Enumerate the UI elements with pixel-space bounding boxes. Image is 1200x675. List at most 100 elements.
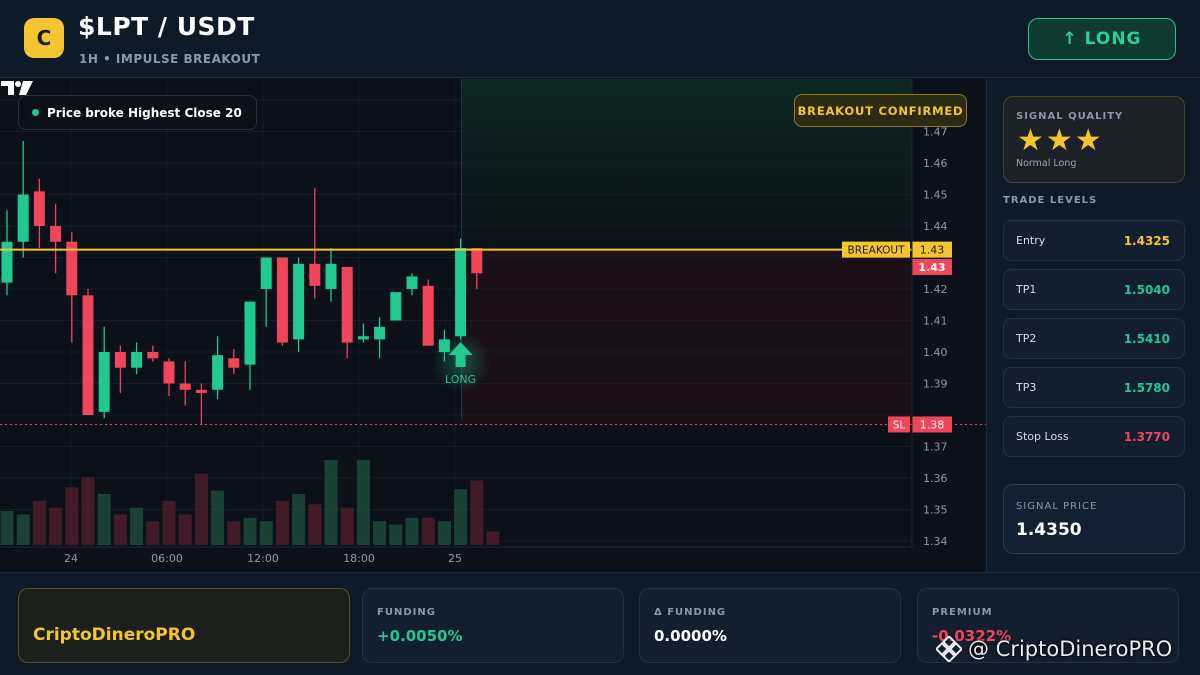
level-name: Entry: [1016, 234, 1046, 247]
price-tick-label: 1.47: [923, 126, 948, 139]
volume-bar: [275, 500, 289, 545]
time-tick-label: 25: [448, 552, 462, 565]
time-tick-label: 06:00: [151, 552, 183, 565]
volume-bar: [81, 477, 95, 545]
time-tick-label: 24: [64, 552, 78, 565]
candle: [293, 257, 305, 352]
volume-bar: [292, 494, 306, 545]
level-value: 1.5040: [1123, 283, 1170, 297]
level-tp3: TP3 1.5780: [1003, 367, 1185, 408]
watermark: @ CriptoDineroPRO: [936, 636, 1172, 662]
volume-bar: [97, 494, 111, 545]
level-value: 1.3770: [1123, 430, 1170, 444]
delta-funding-label: Δ FUNDING: [654, 607, 727, 618]
candle: [195, 383, 207, 425]
price-tick-label: 1.34: [923, 535, 948, 548]
signal-quality-label: SIGNAL QUALITY: [1016, 111, 1124, 122]
candle-body: [82, 295, 94, 415]
candle-body: [276, 257, 288, 343]
price-tick-label: 1.37: [923, 441, 948, 454]
candle: [179, 361, 191, 406]
level-stop-loss: Stop Loss 1.3770: [1003, 416, 1185, 457]
breakout-tip: Price broke Highest Close 20: [18, 95, 257, 130]
signal-type: Normal Long: [1016, 158, 1077, 169]
candle-body: [50, 226, 62, 242]
long-button[interactable]: ↑ LONG: [1028, 18, 1176, 60]
candle-body: [390, 292, 402, 321]
breakout-confirmed-badge: BREAKOUT CONFIRMED: [794, 94, 967, 127]
volume-bar: [16, 514, 30, 545]
candle-body: [163, 361, 175, 384]
candle: [163, 358, 175, 397]
price-chart[interactable]: LONGBREAKOUT1.431.43SL1.38 1.481.471.461…: [0, 79, 986, 572]
volume-bar: [356, 460, 370, 545]
candle: [50, 203, 62, 274]
candle: [228, 348, 240, 375]
price-tick-label: 1.41: [923, 315, 948, 328]
volume-bar: [65, 487, 79, 545]
time-tick-label: 12:00: [247, 552, 279, 565]
price-tick-label: 1.35: [923, 504, 948, 517]
candle-body: [212, 355, 224, 390]
volume-bar: [194, 473, 208, 545]
chart-canvas[interactable]: LONGBREAKOUT1.431.43SL1.38 1.481.471.461…: [0, 79, 986, 572]
candle-body: [455, 248, 467, 337]
volume-bar: [227, 521, 241, 545]
volume-bar: [130, 507, 144, 545]
candle: [244, 301, 256, 390]
signal-price-value: 1.4350: [1016, 520, 1082, 540]
volume-bar: [405, 517, 419, 545]
candle: [455, 238, 467, 340]
price-tick-label: 1.45: [923, 189, 948, 202]
signal-quality-card: SIGNAL QUALITY ★★★ Normal Long: [1003, 96, 1185, 183]
rating-stars-icon: ★★★: [1017, 123, 1104, 158]
coin-logo: C: [24, 18, 64, 58]
candle: [341, 266, 353, 359]
candle: [98, 326, 110, 419]
candle: [212, 336, 224, 400]
candle-body: [33, 191, 45, 226]
candle-body: [309, 263, 321, 286]
delta-funding-card: Δ FUNDING 0.0000%: [639, 588, 901, 663]
volume-bar: [49, 507, 63, 545]
candle: [357, 323, 369, 343]
brand-card: CriptoDineroPRO: [18, 588, 350, 663]
candle: [33, 178, 45, 249]
candle: [82, 289, 94, 415]
candle-body: [293, 263, 305, 340]
candle-body: [1, 241, 13, 283]
volume-bar: [162, 500, 176, 545]
tip-text: Price broke Highest Close 20: [47, 105, 242, 120]
signal-sidebar: SIGNAL QUALITY ★★★ Normal Long TRADE LEV…: [986, 79, 1200, 572]
volume-bar: [454, 489, 468, 545]
candle: [325, 248, 337, 302]
brand-name: CriptoDineroPRO: [33, 625, 196, 645]
candle-body: [114, 352, 126, 368]
breakout-tag-text: BREAKOUT: [848, 245, 906, 257]
candle: [422, 279, 434, 346]
candle-body: [17, 194, 29, 242]
level-value: 1.4325: [1123, 234, 1170, 248]
candle: [114, 345, 126, 393]
level-name: Stop Loss: [1016, 430, 1069, 443]
signal-price-label: SIGNAL PRICE: [1016, 501, 1098, 512]
volume-bar: [32, 500, 46, 545]
binance-logo-icon: [936, 636, 962, 662]
volume-bar: [373, 521, 387, 545]
candle: [406, 273, 418, 296]
volume-bar: [389, 524, 403, 545]
level-value: 1.5780: [1123, 381, 1170, 395]
time-tick-label: 18:00: [343, 552, 375, 565]
current-price-text: 1.43: [918, 261, 945, 274]
price-tick-label: 1.39: [923, 378, 948, 391]
price-tick-label: 1.40: [923, 346, 948, 359]
level-tp2: TP2 1.5410: [1003, 318, 1185, 359]
status-dot: [32, 109, 39, 116]
volume-bar: [324, 460, 338, 545]
stop-loss-zone: [461, 249, 912, 425]
candle-body: [471, 248, 483, 274]
volume-bar: [0, 511, 14, 545]
level-tp1: TP1 1.5040: [1003, 269, 1185, 310]
level-entry: Entry 1.4325: [1003, 220, 1185, 261]
candle-body: [260, 257, 272, 289]
